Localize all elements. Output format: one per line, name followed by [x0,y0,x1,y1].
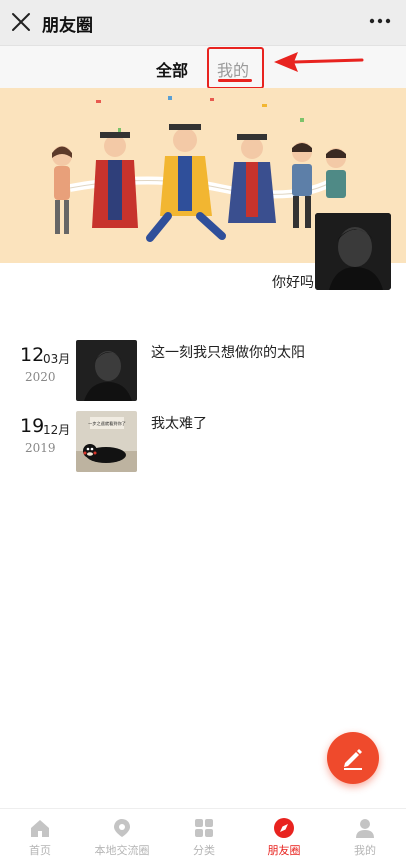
tab-all[interactable]: 全部 [156,57,188,81]
user-icon [356,819,374,838]
grid-icon [195,819,213,837]
close-icon[interactable] [10,11,32,33]
nav-item-mine[interactable]: 我的 [324,809,406,860]
post-year: 2019 [25,441,56,455]
post-month: 03月 [43,352,71,366]
location-icon [114,819,130,837]
nav-item-home[interactable]: 首页 [0,809,80,860]
post-month: 12月 [43,423,71,437]
avatar[interactable] [315,213,391,290]
user-nickname: 你好吗 [272,275,314,291]
nav-label: 朋友圈 [267,844,301,857]
compass-icon [274,818,294,838]
edit-pen-icon [344,749,362,770]
tab-mine[interactable]: 我的 [217,57,249,81]
list-item[interactable]: 19 12月 2019 一步之遥就看到你了 我太难了 [0,411,406,475]
moments-page: 朋友圈 全部 我的 你好吗 12 03月 2020 这一刻我只想做你的太阳 19… [0,0,406,860]
nav-label: 本地交流圈 [94,844,150,857]
meme-caption: 一步之遥就看到你了 [88,420,126,427]
annotation-arrow-icon [274,52,364,72]
nav-item-local[interactable]: 本地交流圈 [80,809,164,860]
post-year: 2020 [25,370,56,384]
home-icon [31,820,49,837]
tab-active-indicator [218,79,252,82]
post-text: 我太难了 [151,416,207,432]
page-title: 朋友圈 [42,16,93,36]
bottom-nav: 首页 本地交流圈 分类 朋友圈 我的 [0,808,406,860]
post-day: 12 [20,344,45,366]
compose-button[interactable] [327,732,379,784]
more-icon[interactable] [368,13,392,29]
kumamon-meme: 一步之遥就看到你了 [76,411,137,472]
nav-label: 我的 [354,844,376,857]
avatar-photo [315,213,391,290]
top-bar: 朋友圈 [0,0,406,46]
post-day: 19 [20,415,45,437]
post-text: 这一刻我只想做你的太阳 [151,345,305,361]
post-thumbnail[interactable]: 一步之遥就看到你了 [76,411,137,472]
nav-label: 分类 [193,844,215,857]
nav-label: 首页 [29,844,51,857]
nav-item-category[interactable]: 分类 [164,809,244,860]
list-item[interactable]: 12 03月 2020 这一刻我只想做你的太阳 [0,340,406,404]
post-thumbnail[interactable] [76,340,137,401]
nav-item-moments[interactable]: 朋友圈 [244,809,324,860]
portrait-photo [76,340,137,401]
